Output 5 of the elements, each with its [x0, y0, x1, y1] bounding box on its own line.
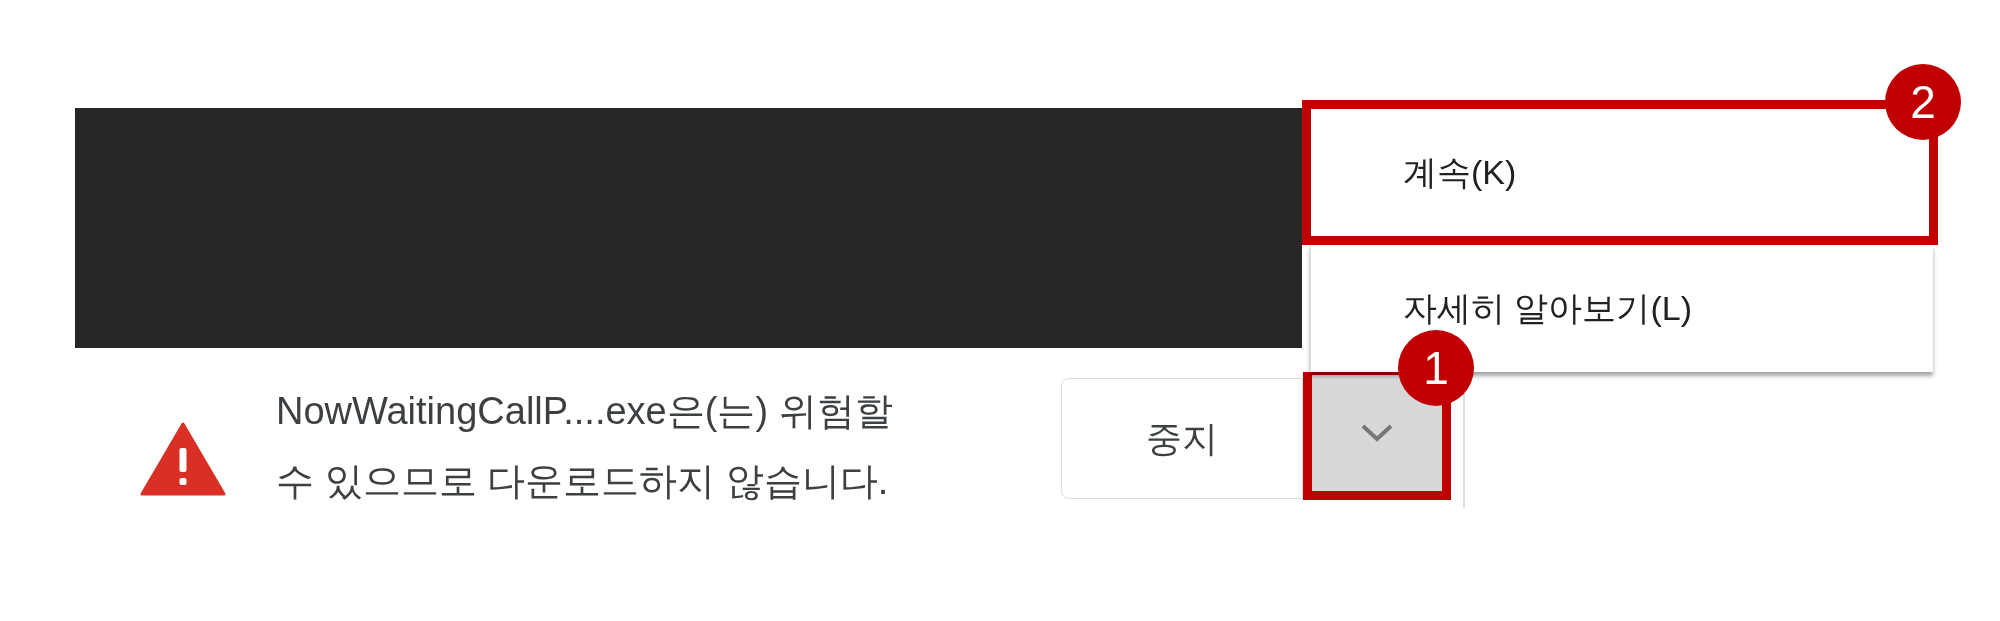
step-badge: 2	[1885, 64, 1961, 140]
warning-message: NowWaitingCallP....exe은(는) 위험할 수 있으므로 다운로드하지 않습니다.	[276, 389, 894, 504]
warning-icon	[140, 422, 226, 496]
stop-button[interactable]: 중지	[1061, 378, 1303, 499]
chevron-down-icon	[1360, 423, 1394, 443]
